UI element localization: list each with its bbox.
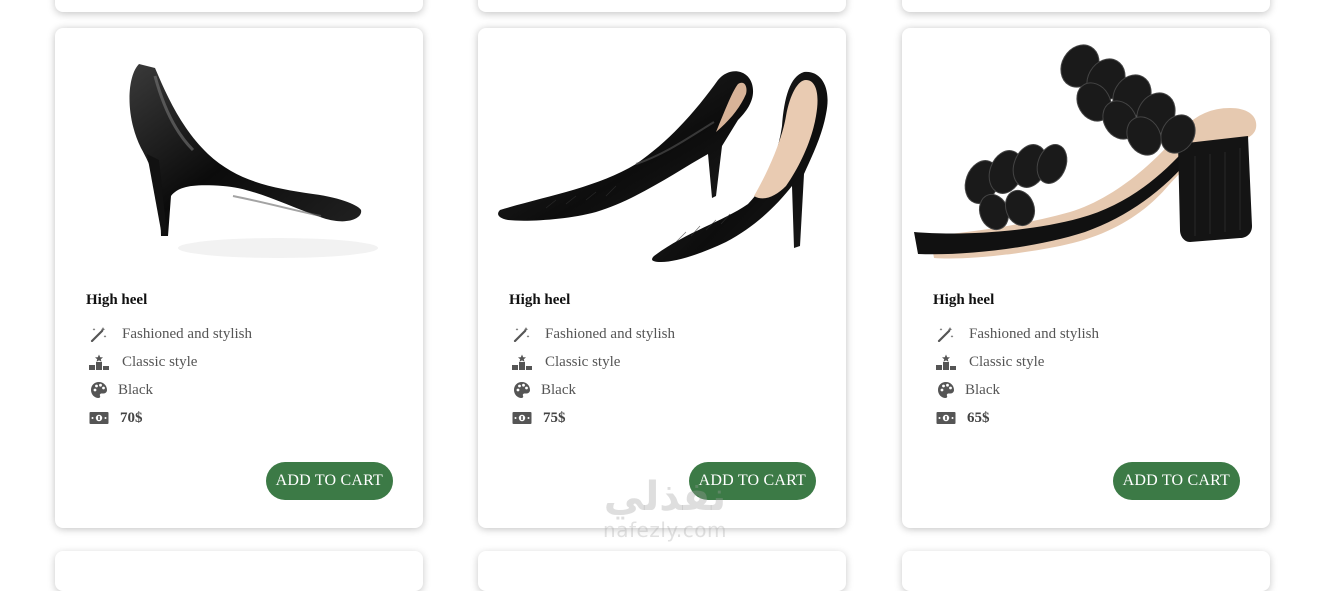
feature-color-label: Black bbox=[965, 381, 1000, 398]
palette-icon bbox=[88, 381, 110, 399]
product-image[interactable] bbox=[63, 36, 415, 276]
feature-row-style: Fashioned and stylish bbox=[511, 323, 675, 345]
feature-price-label: 70$ bbox=[120, 409, 143, 426]
feature-category-label: Classic style bbox=[969, 353, 1045, 370]
product-card-partial-top bbox=[902, 0, 1270, 12]
product-image[interactable] bbox=[486, 36, 838, 276]
feature-row-category: Classic style bbox=[88, 351, 197, 373]
ranking-podium-icon bbox=[511, 353, 533, 371]
product-title: High heel bbox=[86, 292, 148, 308]
magic-wand-icon bbox=[88, 325, 110, 343]
product-title: High heel bbox=[933, 292, 995, 308]
feature-row-category: Classic style bbox=[511, 351, 620, 373]
feature-row-color: Black bbox=[88, 379, 153, 401]
feature-style-label: Fashioned and stylish bbox=[545, 325, 675, 342]
product-card-partial-bottom bbox=[55, 551, 423, 591]
feature-price-label: 75$ bbox=[543, 409, 566, 426]
braided-sandal-image bbox=[914, 44, 1257, 259]
feature-row-price: 65$ bbox=[935, 407, 990, 429]
money-bill-icon bbox=[88, 409, 110, 427]
ranking-podium-icon bbox=[88, 353, 110, 371]
feature-price-label: 65$ bbox=[967, 409, 990, 426]
product-card-partial-top bbox=[478, 0, 846, 12]
product-card: High heel Fashioned and stylish Classic … bbox=[55, 28, 423, 528]
magic-wand-icon bbox=[935, 325, 957, 343]
feature-row-category: Classic style bbox=[935, 351, 1044, 373]
product-card: High heel Fashioned and stylish Classic … bbox=[478, 28, 846, 528]
palette-icon bbox=[935, 381, 957, 399]
money-bill-icon bbox=[935, 409, 957, 427]
feature-row-price: 75$ bbox=[511, 407, 566, 429]
add-to-cart-button[interactable]: ADD TO CART bbox=[265, 462, 393, 500]
feature-row-color: Black bbox=[935, 379, 1000, 401]
add-to-cart-button[interactable]: ADD TO CART bbox=[688, 462, 816, 500]
feature-row-style: Fashioned and stylish bbox=[88, 323, 252, 345]
add-to-cart-button[interactable]: ADD TO CART bbox=[1112, 462, 1240, 500]
feature-row-price: 70$ bbox=[88, 407, 143, 429]
product-card-partial-top bbox=[55, 0, 423, 12]
palette-icon bbox=[511, 381, 533, 399]
money-bill-icon bbox=[511, 409, 533, 427]
feature-color-label: Black bbox=[541, 381, 576, 398]
product-card: High heel Fashioned and stylish Classic … bbox=[902, 28, 1270, 528]
product-card-partial-bottom bbox=[902, 551, 1270, 591]
ranking-podium-icon bbox=[935, 353, 957, 371]
feature-category-label: Classic style bbox=[122, 353, 198, 370]
feature-row-style: Fashioned and stylish bbox=[935, 323, 1099, 345]
magic-wand-icon bbox=[511, 325, 533, 343]
feature-style-label: Fashioned and stylish bbox=[969, 325, 1099, 342]
product-title: High heel bbox=[509, 292, 571, 308]
feature-color-label: Black bbox=[118, 381, 153, 398]
feature-row-color: Black bbox=[511, 379, 576, 401]
black-croc-pumps-image bbox=[498, 71, 828, 262]
feature-category-label: Classic style bbox=[545, 353, 621, 370]
product-card-partial-bottom bbox=[478, 551, 846, 591]
feature-style-label: Fashioned and stylish bbox=[122, 325, 252, 342]
black-stiletto-pump-image bbox=[129, 64, 378, 258]
product-image[interactable] bbox=[910, 36, 1262, 276]
